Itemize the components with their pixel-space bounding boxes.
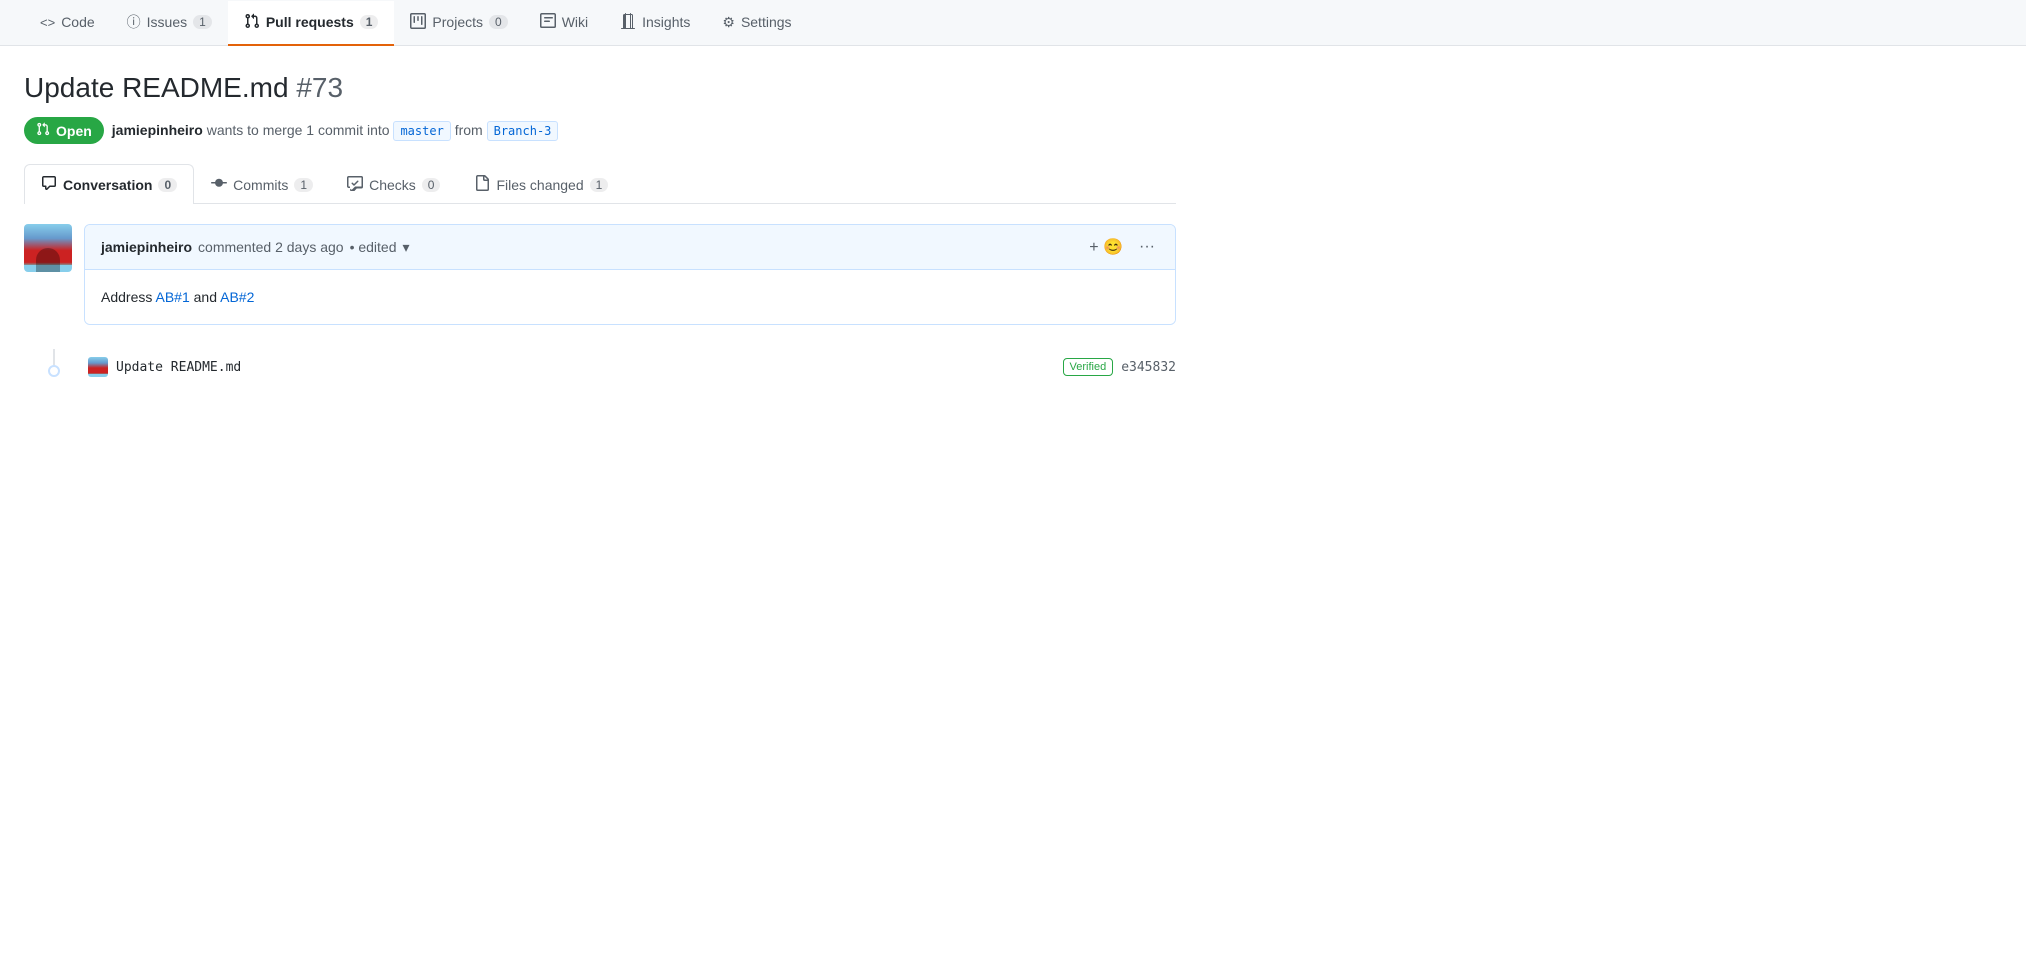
pull-requests-badge: 1	[360, 15, 379, 29]
comment-section: jamiepinheiro commented 2 days ago • edi…	[24, 224, 1176, 325]
wiki-icon	[540, 13, 556, 32]
nav-wiki[interactable]: Wiki	[524, 1, 604, 46]
files-changed-icon	[474, 175, 490, 194]
pr-title-text: Update README.md	[24, 72, 289, 103]
comment-link-1[interactable]: AB#1	[155, 289, 189, 305]
checks-icon	[347, 175, 363, 194]
conversation-badge: 0	[158, 178, 177, 192]
nav-insights-label: Insights	[642, 14, 690, 30]
status-label: Open	[56, 123, 92, 139]
base-branch[interactable]: master	[393, 121, 450, 141]
commit-hash[interactable]: e345832	[1121, 360, 1176, 375]
comment-box: jamiepinheiro commented 2 days ago • edi…	[84, 224, 1176, 325]
tab-commits-label: Commits	[233, 177, 288, 193]
comment-body-middle: and	[190, 289, 220, 305]
add-reaction-button[interactable]: + 😊	[1085, 235, 1127, 259]
more-options-button[interactable]: ···	[1135, 236, 1159, 258]
projects-badge: 0	[489, 15, 508, 29]
insights-icon	[620, 13, 636, 32]
from-label: from	[455, 122, 487, 138]
tab-commits[interactable]: Commits 1	[194, 164, 330, 204]
commits-icon	[211, 175, 227, 194]
nav-issues[interactable]: ⓘ Issues 1	[111, 0, 228, 46]
checks-badge: 0	[422, 178, 441, 192]
edited-dropdown[interactable]: ▾	[403, 239, 410, 256]
comment-author[interactable]: jamiepinheiro	[101, 239, 192, 255]
avatar	[24, 224, 72, 272]
nav-pull-requests-label: Pull requests	[266, 14, 354, 30]
comment-body-prefix: Address	[101, 289, 155, 305]
pr-tabs: Conversation 0 Commits 1 Checks 0	[24, 164, 1176, 204]
issues-badge: 1	[193, 15, 212, 29]
pr-author[interactable]: jamiepinheiro	[112, 122, 203, 138]
tab-checks-label: Checks	[369, 177, 416, 193]
pr-meta: jamiepinheiro wants to merge 1 commit in…	[112, 121, 559, 141]
files-changed-badge: 1	[590, 178, 609, 192]
projects-icon	[410, 13, 426, 32]
conversation-icon	[41, 175, 57, 194]
comment-header-left: jamiepinheiro commented 2 days ago • edi…	[101, 239, 410, 256]
commit-row: Update README.md Verified e345832	[88, 349, 1176, 385]
code-icon: <>	[40, 15, 55, 30]
pull-requests-icon	[244, 13, 260, 32]
nav-settings-label: Settings	[741, 14, 792, 30]
status-badge: Open	[24, 117, 104, 144]
nav-wiki-label: Wiki	[562, 14, 588, 30]
tab-conversation[interactable]: Conversation 0	[24, 164, 194, 204]
nav-issues-label: Issues	[147, 14, 187, 30]
issues-icon: ⓘ	[127, 12, 141, 32]
tab-checks[interactable]: Checks 0	[330, 164, 457, 204]
pr-number: #73	[296, 72, 343, 103]
nav-settings[interactable]: ⚙ Settings	[706, 2, 807, 45]
nav-code[interactable]: <> Code	[24, 2, 111, 44]
comment-header: jamiepinheiro commented 2 days ago • edi…	[85, 225, 1175, 270]
verified-badge: Verified	[1063, 358, 1114, 376]
timeline-connector	[24, 349, 84, 385]
head-branch[interactable]: Branch-3	[487, 121, 559, 141]
comment-header-right: + 😊 ···	[1085, 235, 1159, 259]
commits-badge: 1	[294, 178, 313, 192]
tab-files-changed[interactable]: Files changed 1	[457, 164, 625, 204]
commit-row-left: Update README.md	[88, 357, 241, 377]
tab-files-changed-label: Files changed	[496, 177, 583, 193]
commit-timeline: Update README.md Verified e345832	[24, 349, 1176, 385]
nav-projects[interactable]: Projects 0	[394, 1, 523, 46]
commit-dot	[48, 365, 60, 377]
nav-projects-label: Projects	[432, 14, 483, 30]
comment-edited: • edited	[350, 239, 397, 255]
comment-timestamp: commented 2 days ago	[198, 239, 344, 255]
nav-pull-requests[interactable]: Pull requests 1	[228, 1, 395, 46]
status-icon	[36, 121, 50, 140]
comment-link-2[interactable]: AB#2	[220, 289, 254, 305]
commit-row-right: Verified e345832	[1063, 358, 1177, 376]
commit-author-avatar	[88, 357, 108, 377]
nav-insights[interactable]: Insights	[604, 1, 706, 46]
pr-title: Update README.md #73	[24, 70, 1176, 105]
nav-code-label: Code	[61, 14, 94, 30]
settings-icon: ⚙	[722, 14, 735, 31]
pr-status-row: Open jamiepinheiro wants to merge 1 comm…	[24, 117, 1176, 144]
timeline-line-top	[53, 349, 55, 365]
pr-description: wants to merge 1 commit into	[207, 122, 394, 138]
comment-body: Address AB#1 and AB#2	[85, 270, 1175, 324]
commit-message[interactable]: Update README.md	[116, 360, 241, 375]
main-content: Update README.md #73 Open jamiepinheiro …	[0, 46, 1200, 385]
repo-navigation: <> Code ⓘ Issues 1 Pull requests 1 Proje…	[0, 0, 2026, 46]
tab-conversation-label: Conversation	[63, 177, 152, 193]
